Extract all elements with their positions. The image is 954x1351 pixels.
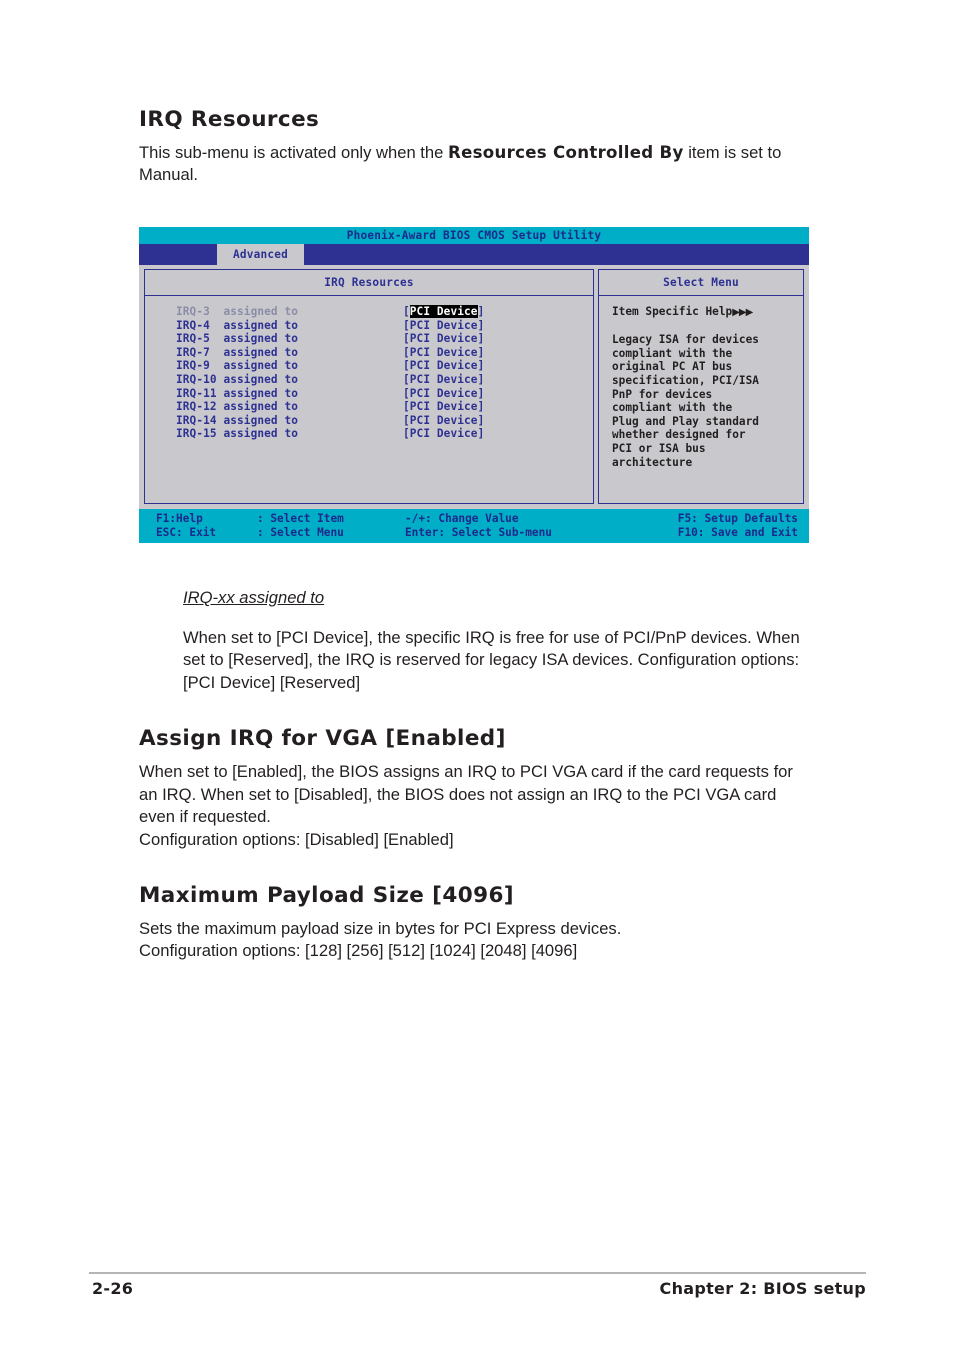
irq-row-label: IRQ-15 assigned to — [176, 427, 299, 441]
assign-irq-vga-options: Configuration options: [Disabled] [Enabl… — [139, 829, 454, 849]
max-payload-description: Sets the maximum payload size in bytes f… — [139, 918, 622, 938]
help-text-line: Plug and Play standard — [612, 414, 759, 428]
irq-row-value[interactable]: [PCI Device] — [403, 359, 484, 373]
help-text-line: PnP for devices — [612, 387, 713, 401]
key-esc-exit[interactable]: ESC: Exit — [139, 526, 257, 540]
sub-heading-irq-xx: IRQ-xx assigned to — [183, 588, 325, 607]
help-text: Legacy ISA for devices compliant with the… — [612, 333, 803, 469]
irq-row[interactable]: IRQ-4 assigned to [PCI Device] — [145, 319, 593, 333]
irq-row-value[interactable]: [PCI Device] — [403, 319, 484, 333]
content-column-lower: IRQ-xx assigned to When set to [PCI Devi… — [139, 588, 811, 963]
irq-row[interactable]: IRQ-3 assigned to [PCI Device] — [145, 305, 593, 319]
selected-value-highlight: PCI Device — [409, 305, 478, 318]
key-enter-submenu: Enter: Select Sub-menu — [405, 525, 552, 539]
irq-row-label: IRQ-7 assigned to — [176, 345, 299, 359]
irq-resources-intro: This sub-menu is activated only when the… — [139, 142, 811, 187]
irq-row-value[interactable]: [PCI Device] — [403, 305, 484, 319]
irq-row[interactable]: IRQ-9 assigned to [PCI Device] — [145, 359, 593, 373]
item-specific-help: Item Specific Help▶▶▶ Legacy ISA for dev… — [599, 296, 803, 503]
irq-row[interactable]: IRQ-12 assigned to [PCI Device] — [145, 400, 593, 414]
help-text-line: compliant with the — [612, 401, 733, 415]
content-column: IRQ Resources This sub-menu is activated… — [139, 107, 811, 187]
help-title: Item Specific Help▶▶▶ — [612, 305, 803, 320]
manual-page: IRQ Resources This sub-menu is activated… — [0, 0, 954, 1351]
irq-row[interactable]: IRQ-7 assigned to [PCI Device] — [145, 346, 593, 360]
page-number: 2-26 — [92, 1279, 134, 1298]
intro-emphasis: Resources Controlled By — [448, 142, 684, 162]
irq-row[interactable]: IRQ-11 assigned to [PCI Device] — [145, 387, 593, 401]
bios-title-bar: Phoenix-Award BIOS CMOS Setup Utility — [139, 227, 809, 244]
assign-irq-vga-description: When set to [Enabled], the BIOS assigns … — [139, 762, 793, 827]
help-text-line: whether designed for — [612, 428, 746, 442]
key-f1-help[interactable]: F1:Help — [139, 512, 257, 526]
irq-row-label: IRQ-14 assigned to — [176, 413, 299, 427]
page-title-assign-irq-vga: Assign IRQ for VGA [Enabled] — [139, 726, 506, 752]
select-menu-panel: Select Menu Item Specific Help▶▶▶ Legacy… — [598, 269, 804, 504]
key-f5-setup-defaults[interactable]: F5: Setup Defaults — [635, 512, 809, 526]
irq-row-value[interactable]: [PCI Device] — [403, 427, 484, 441]
irq-row-label: IRQ-4 assigned to — [176, 318, 299, 332]
help-text-line: PCI or ISA bus — [612, 441, 706, 455]
irq-row-value[interactable]: [PCI Device] — [403, 332, 484, 346]
irq-row-label: IRQ-10 assigned to — [176, 372, 299, 386]
bios-menu-bar: Advanced — [139, 244, 809, 265]
irq-row-value[interactable]: [PCI Device] — [403, 387, 484, 401]
irq-row[interactable]: IRQ-10 assigned to [PCI Device] — [145, 373, 593, 387]
irq-row-label: IRQ-12 assigned to — [176, 400, 299, 414]
key-f10-save-exit[interactable]: F10: Save and Exit — [635, 526, 809, 540]
triangle-right-icon: ▶▶▶ — [732, 307, 753, 318]
bios-key-legend: F1:Help : Select Item -/+: Change Value … — [139, 509, 809, 544]
irq-row[interactable]: IRQ-5 assigned to [PCI Device] — [145, 332, 593, 346]
irq-resources-panel: IRQ Resources IRQ-3 assigned to [PCI Devi… — [144, 269, 594, 504]
help-text-line: specification, PCI/ISA — [612, 373, 759, 387]
help-text-line: compliant with the — [612, 346, 733, 360]
bios-setup-screenshot: Phoenix-Award BIOS CMOS Setup Utility Ad… — [139, 227, 809, 544]
help-text-line: architecture — [612, 455, 693, 469]
tab-advanced[interactable]: Advanced — [217, 244, 305, 265]
irq-resources-panel-title: IRQ Resources — [145, 270, 593, 296]
key-select-item: : Select Item — [257, 512, 344, 525]
irq-row[interactable]: IRQ-14 assigned to [PCI Device] — [145, 414, 593, 428]
irq-xx-block: IRQ-xx assigned to When set to [PCI Devi… — [183, 588, 811, 694]
irq-row-label: IRQ-3 assigned to — [176, 305, 299, 318]
irq-row-value[interactable]: [PCI Device] — [403, 414, 484, 428]
max-payload-options: Configuration options: [128] [256] [512]… — [139, 941, 578, 961]
help-text-line: Legacy ISA for devices — [612, 333, 759, 347]
irq-row-value[interactable]: [PCI Device] — [403, 400, 484, 414]
help-title-label: Item Specific Help — [612, 305, 733, 318]
key-select-menu: : Select Menu — [257, 525, 344, 539]
key-change-value: -/+: Change Value — [405, 512, 519, 525]
bios-content-area: IRQ Resources IRQ-3 assigned to [PCI Devi… — [139, 265, 809, 509]
intro-text-before: This sub-menu is activated only when the — [139, 142, 448, 162]
key-legend-row: F1:Help : Select Item -/+: Change Value … — [139, 512, 809, 526]
irq-row-value[interactable]: [PCI Device] — [403, 373, 484, 387]
page-title-irq-resources: IRQ Resources — [139, 107, 320, 132]
irq-row-value[interactable]: [PCI Device] — [403, 346, 484, 360]
select-menu-panel-title: Select Menu — [599, 270, 803, 296]
irq-row[interactable]: IRQ-15 assigned to [PCI Device] — [145, 427, 593, 441]
irq-list: IRQ-3 assigned to [PCI Device] IRQ-4 assig… — [145, 296, 593, 503]
page-title-max-payload: Maximum Payload Size [4096] — [139, 883, 515, 909]
footer-divider — [89, 1272, 866, 1274]
irq-row-label: IRQ-5 assigned to — [176, 332, 299, 346]
chapter-label: Chapter 2: BIOS setup — [659, 1279, 866, 1298]
help-text-line: original PC AT bus — [612, 360, 733, 374]
irq-xx-description: When set to [PCI Device], the specific I… — [183, 628, 800, 692]
irq-row-label: IRQ-9 assigned to — [176, 359, 299, 373]
irq-row-label: IRQ-11 assigned to — [176, 386, 299, 400]
key-legend-row: ESC: Exit : Select Menu Enter: Select Su… — [139, 526, 809, 540]
